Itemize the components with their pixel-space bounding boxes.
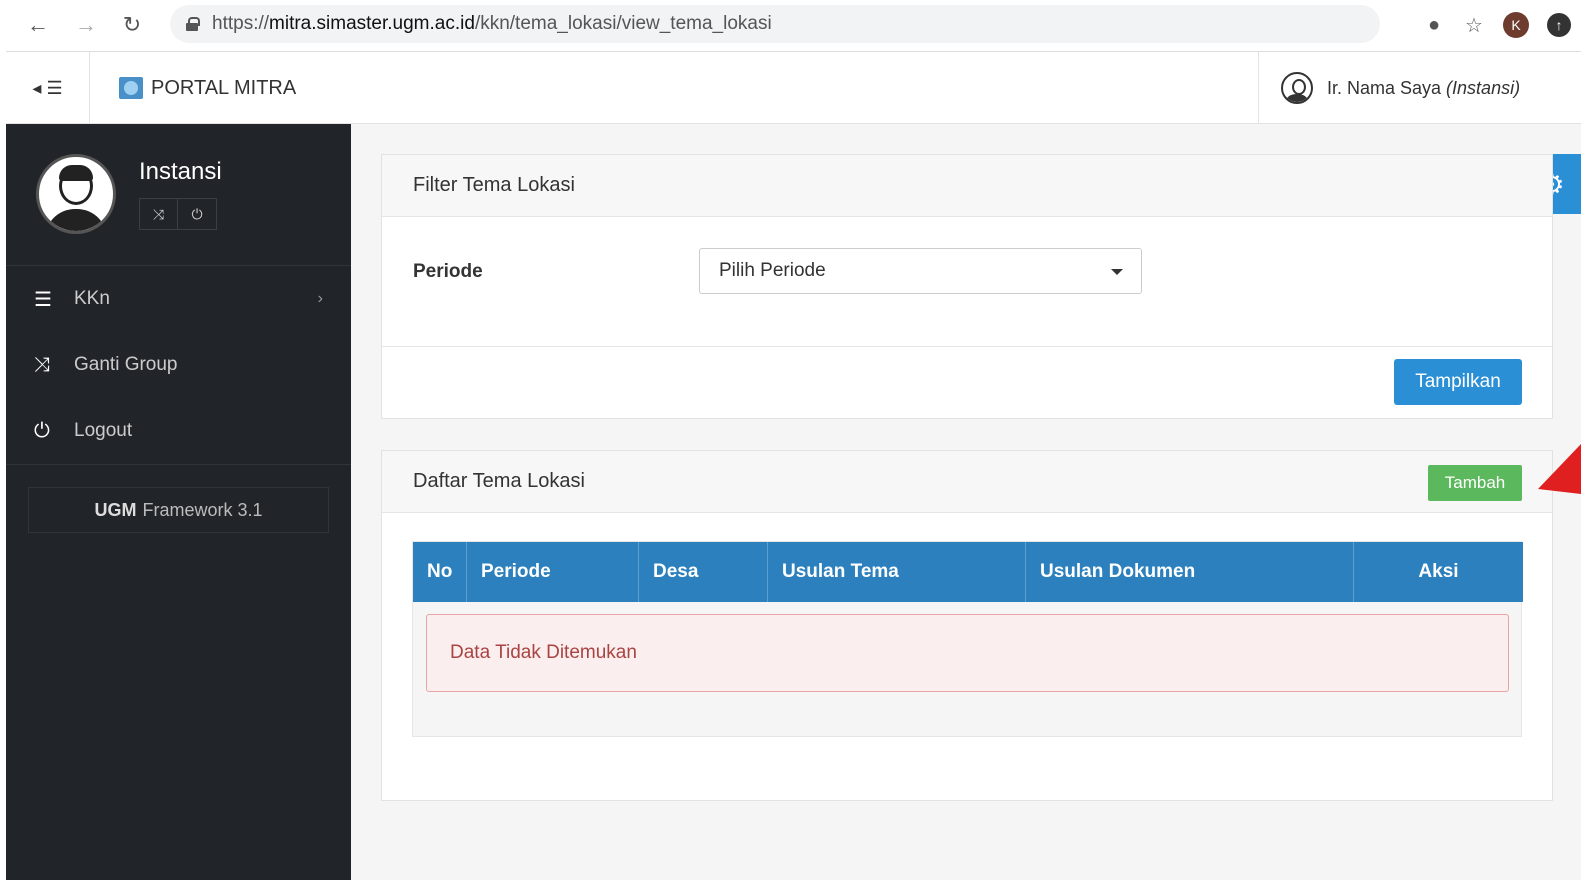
back-icon[interactable]: ← [22, 12, 54, 38]
periode-select[interactable]: Pilih Periode [699, 248, 1142, 294]
url-protocol: https:// [212, 13, 270, 34]
user-name: Ir. Nama Saya [1327, 77, 1442, 98]
address-bar[interactable]: https://mitra.simaster.ugm.ac.id/kkn/tem… [170, 5, 1380, 43]
column-header-desa[interactable]: Desa [639, 542, 768, 602]
framework-text: Framework 3.1 [142, 499, 263, 520]
browser-toolbar: ← → ↻ https://mitra.simaster.ugm.ac.id/k… [0, 0, 1581, 50]
chevron-right-icon: › [317, 290, 323, 307]
lock-icon [186, 17, 200, 31]
caret-down-icon [1111, 269, 1123, 275]
power-icon: ⏻ [34, 419, 50, 442]
sidebar-item-ganti-group[interactable]: ⤨ Ganti Group [6, 332, 351, 398]
annotation-arrow-icon [1538, 444, 1581, 494]
user-role: (Instansi) [1446, 77, 1521, 98]
sidebar-item-logout[interactable]: ⏻ Logout [6, 398, 351, 464]
empty-alert: Data Tidak Ditemukan [426, 614, 1509, 692]
panel-header: Daftar Tema Lokasi Tambah [382, 451, 1552, 513]
sidebar-item-label: Ganti Group [74, 354, 178, 375]
table-header: No Periode Desa Usulan Tema Usulan Dokum… [413, 542, 1523, 602]
app-header: ◂ ☰ PORTAL MITRA Ir. Nama Saya (Instansi… [6, 51, 1581, 124]
filter-body: Periode Pilih Periode [382, 217, 1552, 347]
hamburger-icon: ◂ ☰ [32, 77, 63, 98]
periode-label: Periode [413, 261, 483, 282]
panel-title: Daftar Tema Lokasi [413, 470, 585, 492]
switch-group-icon[interactable]: ⤨ [140, 199, 178, 229]
sidebar-item-label: Logout [74, 420, 133, 441]
column-header-periode[interactable]: Periode [467, 542, 639, 602]
list-panel: Daftar Tema Lokasi Tambah No Periode Des… [381, 450, 1553, 801]
browser-extensions: ● ☆ K ↑ [1423, 0, 1581, 50]
main-content: ⚙ Filter Tema Lokasi Periode Pilih Perio… [351, 124, 1581, 880]
user-menu[interactable]: Ir. Nama Saya (Instansi) [1258, 52, 1581, 124]
brand[interactable]: PORTAL MITRA [119, 52, 296, 124]
power-icon[interactable]: ⏻ [178, 199, 216, 229]
forward-icon[interactable]: → [70, 12, 102, 38]
divider [6, 464, 351, 465]
periode-selected-value: Pilih Periode [719, 260, 826, 281]
column-header-aksi: Aksi [1418, 561, 1459, 582]
profile-actions: ⤨ ⏻ [139, 198, 217, 230]
list-icon: ☰ [34, 288, 52, 311]
sidebar-item-kkn[interactable]: ☰ KKn › [6, 266, 351, 332]
url-host: mitra.simaster.ugm.ac.id [269, 13, 475, 34]
url-path: /kkn/tema_lokasi/view_tema_lokasi [474, 13, 772, 34]
tambah-button[interactable]: Tambah [1428, 465, 1522, 501]
panel-title: Filter Tema Lokasi [382, 155, 1552, 217]
filter-footer: Tampilkan [382, 347, 1552, 417]
sidebar: Instansi ⤨ ⏻ ☰ KKn › ⤨ Ganti Group ⏻ Log… [6, 124, 351, 880]
shuffle-icon: ⤨ [34, 353, 50, 376]
user-avatar-icon [1281, 72, 1313, 104]
column-header-no[interactable]: No [413, 542, 467, 602]
column-header-usulan-tema[interactable]: Usulan Tema [768, 542, 1026, 602]
bookmark-star-icon[interactable]: ☆ [1463, 14, 1485, 37]
cookie-blocked-icon[interactable]: ● [1423, 14, 1445, 36]
reload-icon[interactable]: ↻ [116, 12, 148, 38]
tampilkan-button[interactable]: Tampilkan [1394, 359, 1522, 405]
sidebar-profile: Instansi ⤨ ⏻ [6, 124, 351, 266]
profile-avatar[interactable]: K [1503, 12, 1529, 38]
column-header-usulan-dokumen[interactable]: Usulan Dokumen [1026, 542, 1354, 602]
data-table: No Periode Desa Usulan Tema Usulan Dokum… [412, 541, 1523, 737]
brand-title: PORTAL MITRA [151, 76, 297, 99]
ugm-logo-icon [119, 77, 143, 99]
framework-name: UGM [94, 499, 137, 520]
sidebar-toggle-button[interactable]: ◂ ☰ [6, 52, 90, 124]
sidebar-item-label: KKn [74, 288, 110, 309]
filter-panel: Filter Tema Lokasi Periode Pilih Periode… [381, 154, 1553, 419]
update-icon[interactable]: ↑ [1547, 13, 1571, 37]
framework-version: UGM Framework 3.1 [28, 487, 329, 533]
profile-name: Instansi [139, 158, 222, 185]
avatar [36, 154, 116, 234]
